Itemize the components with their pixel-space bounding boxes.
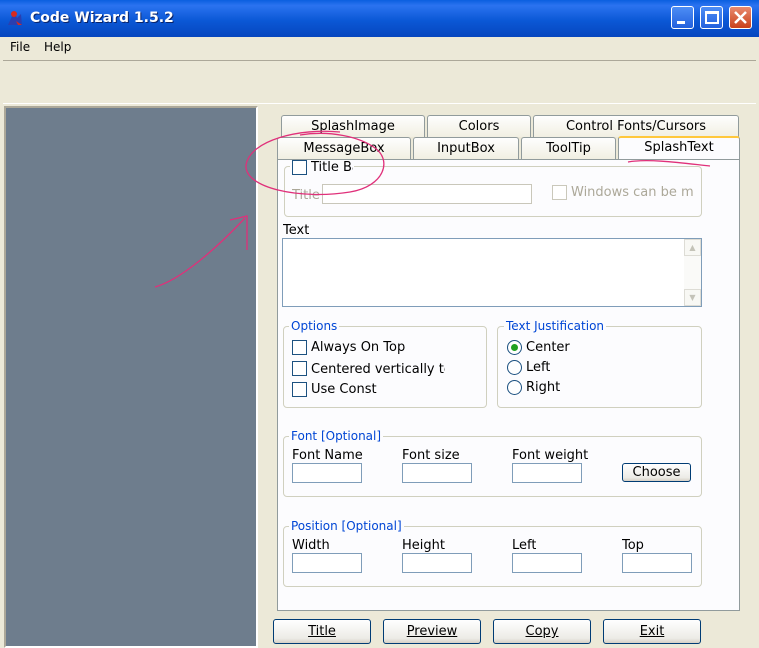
annotation-circle [245, 130, 385, 196]
annotation-arrow [154, 217, 246, 288]
annotation-overlay [154, 130, 711, 288]
tab-splashtext[interactable]: SplashText [618, 136, 740, 159]
annotation-arrowhead [229, 215, 248, 250]
annotation-underline [627, 160, 711, 167]
